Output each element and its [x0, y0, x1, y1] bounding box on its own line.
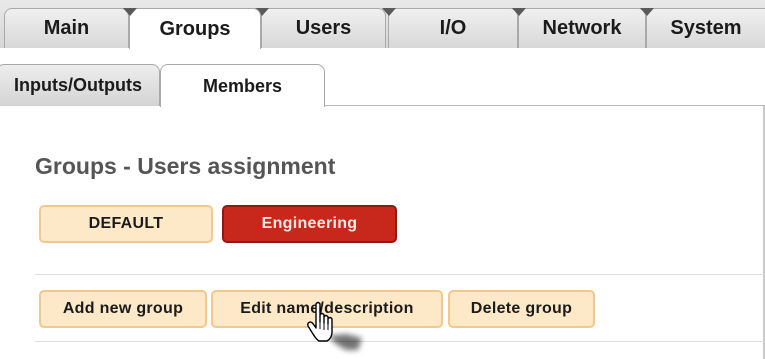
sub-tab-bar: Inputs/Outputs Members [0, 48, 765, 107]
group-default-button[interactable]: DEFAULT [39, 205, 213, 243]
tab-groups[interactable]: Groups [123, 8, 261, 49]
tab-io[interactable]: I/O [382, 8, 518, 48]
tab-main-label: Main [43, 17, 90, 39]
tab-system[interactable]: System [640, 8, 765, 48]
tab-notch-icon [640, 8, 654, 16]
tab-inputs-outputs[interactable]: Inputs/Outputs [0, 64, 160, 106]
tab-network[interactable]: Network [512, 8, 646, 48]
tab-groups-label: Groups [159, 17, 231, 40]
delete-group-button[interactable]: Delete group [448, 290, 595, 328]
tab-notch-icon [123, 8, 137, 16]
add-group-button[interactable]: Add new group [39, 290, 207, 328]
tab-users-label: Users [295, 17, 352, 39]
page-title: Groups - Users assignment [35, 153, 336, 179]
main-tab-bar: Main Groups Users I/O Network System [0, 0, 765, 49]
tab-system-label: System [670, 17, 742, 39]
divider [35, 274, 765, 275]
hand-pointer-icon [307, 301, 362, 350]
tab-io-label: I/O [439, 17, 467, 39]
tab-main[interactable]: Main [4, 8, 129, 48]
tab-members[interactable]: Members [160, 64, 325, 107]
tab-notch-icon [512, 8, 526, 16]
divider [35, 341, 765, 342]
tab-notch-icon [382, 8, 396, 16]
tab-users[interactable]: Users [255, 8, 386, 48]
group-engineering-button[interactable]: Engineering [222, 205, 397, 243]
tab-network-label: Network [542, 17, 622, 39]
tab-inputs-outputs-label: Inputs/Outputs [14, 75, 142, 95]
tab-members-label: Members [202, 75, 283, 96]
